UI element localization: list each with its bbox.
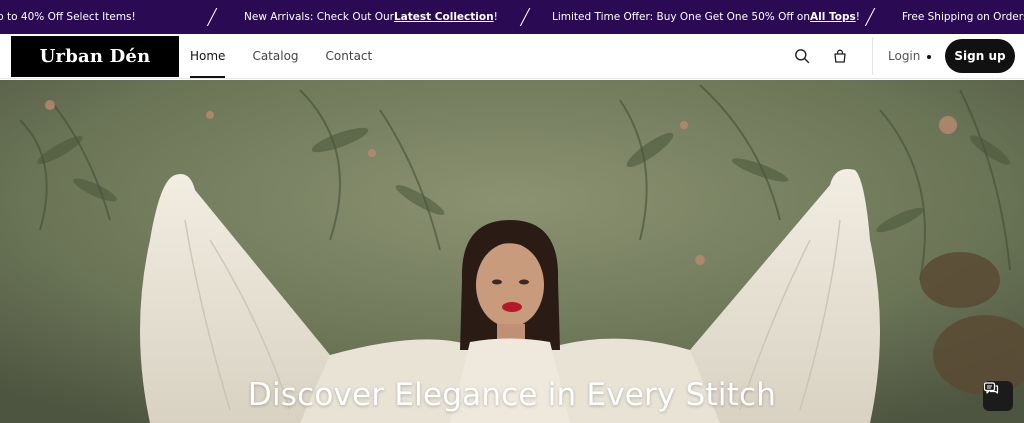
bag-icon xyxy=(834,49,846,63)
announcement-separator: / xyxy=(205,4,219,30)
announcement-message: Free Shipping on Orders Over $200 xyxy=(902,11,1024,23)
announcement-link[interactable]: Latest Collection xyxy=(394,11,494,23)
site-logo[interactable]: Urban Dén xyxy=(11,36,179,77)
announcement-separator: / xyxy=(518,4,532,30)
login-link[interactable]: Login xyxy=(888,34,920,78)
search-button[interactable] xyxy=(792,46,812,66)
main-nav: Home Catalog Contact xyxy=(190,34,399,78)
chat-icon xyxy=(983,382,999,394)
announcement-separator: / xyxy=(863,4,877,30)
announcement-bar: e: Up to 40% Off Select Items! / New Arr… xyxy=(0,0,1024,34)
signup-button[interactable]: Sign up xyxy=(945,39,1015,73)
nav-home-link[interactable]: Home xyxy=(190,34,226,78)
announcement-track: e: Up to 40% Off Select Items! / New Arr… xyxy=(0,0,1024,34)
search-icon xyxy=(795,49,810,64)
nav-contact-link[interactable]: Contact xyxy=(326,34,373,78)
chat-button[interactable] xyxy=(983,381,1013,411)
hero-title: Discover Elegance in Every Stitch xyxy=(247,377,777,413)
nav-catalog-link[interactable]: Catalog xyxy=(252,34,298,78)
hero-banner: Discover Elegance in Every Stitch xyxy=(0,80,1024,423)
site-header: Urban Dén Home Catalog Contact Login Sig… xyxy=(0,34,1024,79)
header-divider xyxy=(872,37,873,75)
announcement-message: e: Up to 40% Off Select Items! xyxy=(0,11,136,23)
announcement-message: New Arrivals: Check Out Our Latest Colle… xyxy=(244,11,498,23)
cart-button[interactable] xyxy=(830,46,850,66)
hero-image xyxy=(0,80,1024,423)
separator-dot xyxy=(927,55,931,59)
announcement-message: Limited Time Offer: Buy One Get One 50% … xyxy=(552,11,860,23)
